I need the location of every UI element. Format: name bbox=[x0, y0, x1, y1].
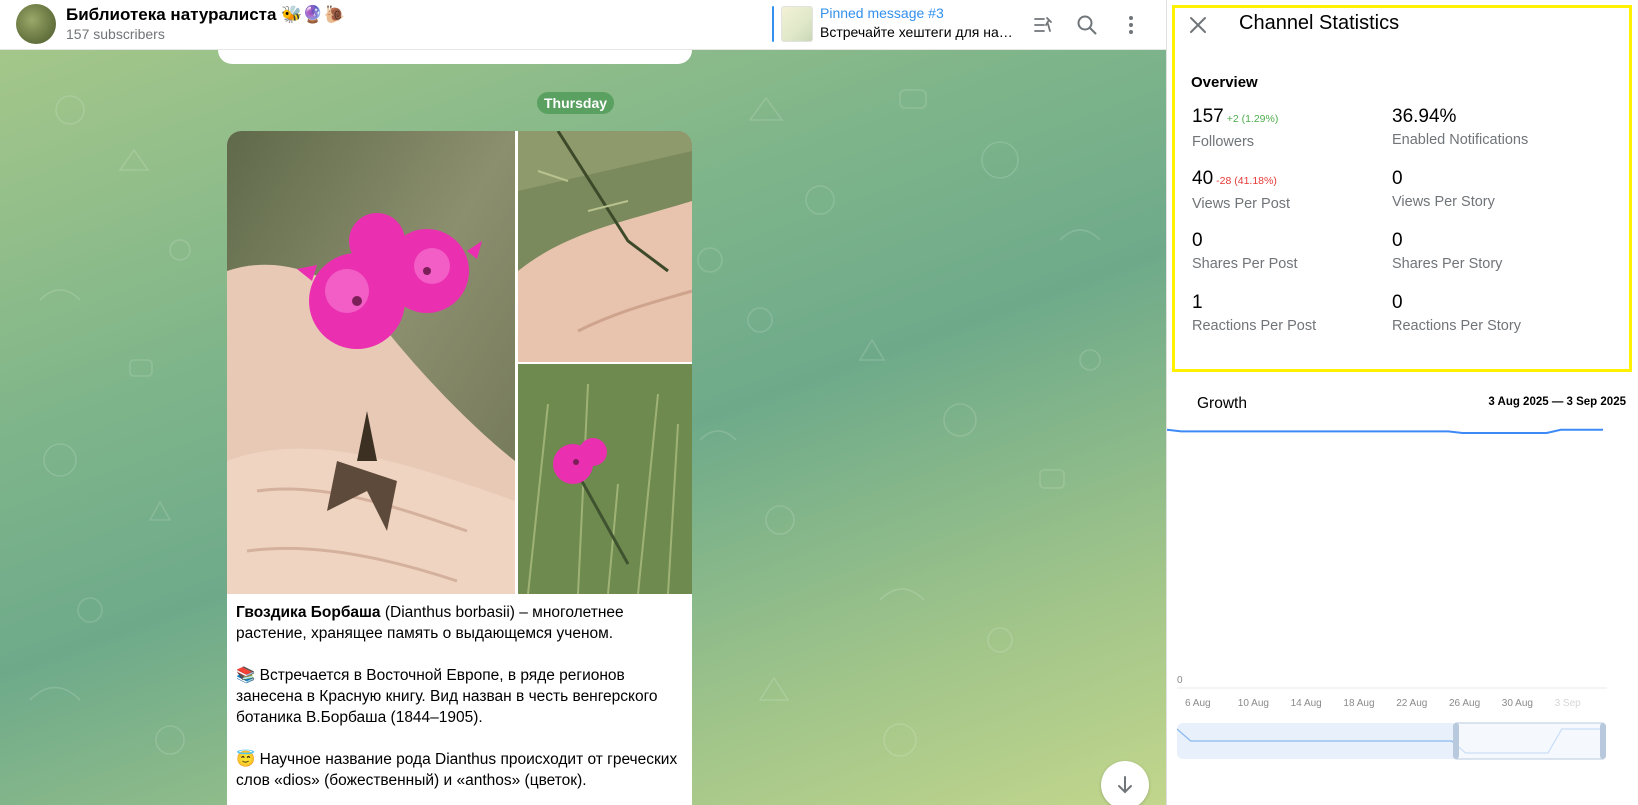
subscriber-count: 157 subscribers bbox=[66, 26, 165, 42]
channel-statistics-panel: Channel Statistics Overview 157 +2 (1.29%… bbox=[1166, 0, 1638, 805]
stat-label: Shares Per Post bbox=[1192, 256, 1298, 272]
caption-paragraph-2: Встречается в Восточной Европе, в ряде р… bbox=[236, 667, 658, 726]
x-tick-label: 3 Sep bbox=[1555, 698, 1582, 709]
chat-area: Библиотека натуралиста 🐝🔮🐌 157 subscribe… bbox=[0, 0, 1166, 805]
stat-label: Followers bbox=[1192, 134, 1255, 150]
stat-label: Shares Per Story bbox=[1392, 256, 1503, 272]
growth-series-line bbox=[1167, 428, 1603, 434]
stat-delta: -28 (41.18%) bbox=[1216, 175, 1277, 187]
post-photo-main[interactable] bbox=[227, 131, 515, 594]
close-icon[interactable] bbox=[1183, 10, 1213, 40]
post-photo-top[interactable] bbox=[518, 131, 692, 362]
growth-chart[interactable]: 0 6 Aug 10 Aug 14 Aug 18 Aug 22 Aug 26 Aug 30 A… bbox=[1167, 425, 1638, 805]
y-axis-zero-label: 0 bbox=[1177, 675, 1183, 686]
x-tick-label: 18 Aug bbox=[1343, 698, 1374, 709]
stat-label: Views Per Story bbox=[1392, 194, 1495, 210]
stat-reactions-per-story: 0 Reactions Per Story bbox=[1392, 292, 1592, 334]
channel-title[interactable]: Библиотека натуралиста 🐝🔮🐌 bbox=[66, 5, 345, 25]
x-tick-label: 30 Aug bbox=[1502, 698, 1533, 709]
pinned-title[interactable]: Pinned message #3 bbox=[820, 5, 944, 21]
navigator-handle-right bbox=[1600, 723, 1606, 759]
pinned-thumbnail[interactable] bbox=[781, 6, 813, 42]
caption-title: Гвоздика Борбаша bbox=[236, 604, 381, 621]
stat-label: Enabled Notifications bbox=[1392, 132, 1529, 148]
growth-title: Growth bbox=[1197, 395, 1247, 412]
growth-date-range[interactable]: 3 Aug 2025 — 3 Sep 2025 bbox=[1488, 396, 1626, 408]
scroll-down-button[interactable] bbox=[1101, 761, 1149, 805]
caption-paragraph-3: Научное название рода Dianthus происходи… bbox=[236, 751, 678, 789]
stat-followers: 157 +2 (1.29%) Followers bbox=[1192, 106, 1392, 150]
pinned-list-icon[interactable] bbox=[1026, 8, 1060, 42]
stat-views-per-post: 40 -28 (41.18%) Views Per Post bbox=[1192, 168, 1392, 212]
channel-post: Гвоздика Борбаша (Dianthus borbasii) – м… bbox=[227, 131, 692, 805]
x-tick-label: 26 Aug bbox=[1449, 698, 1480, 709]
stat-value: 0 bbox=[1392, 292, 1403, 313]
stat-label: Reactions Per Post bbox=[1192, 318, 1317, 334]
stat-value: 40 bbox=[1192, 168, 1214, 189]
arrow-down-icon bbox=[1118, 776, 1132, 794]
stat-shares-per-story: 0 Shares Per Story bbox=[1392, 230, 1592, 272]
pinned-indicator bbox=[772, 6, 774, 42]
pinned-text[interactable]: Встречайте хештеги для нав… bbox=[820, 24, 1020, 40]
search-icon[interactable] bbox=[1070, 8, 1104, 42]
x-tick-label: 14 Aug bbox=[1291, 698, 1322, 709]
stat-value: 0 bbox=[1392, 168, 1403, 189]
post-caption: Гвоздика Борбаша (Dianthus borbasii) – м… bbox=[236, 602, 686, 805]
x-tick-label: 10 Aug bbox=[1238, 698, 1269, 709]
navigator-window bbox=[1455, 722, 1604, 760]
stat-value: 36.94% bbox=[1392, 106, 1457, 127]
stat-value: 1 bbox=[1192, 292, 1203, 313]
stat-value: 0 bbox=[1192, 230, 1203, 251]
channel-avatar[interactable] bbox=[16, 4, 56, 44]
overview-title: Overview bbox=[1191, 74, 1258, 91]
stat-delta: +2 (1.29%) bbox=[1226, 113, 1279, 125]
stat-reactions-per-post: 1 Reactions Per Post bbox=[1192, 292, 1392, 334]
stat-shares-per-post: 0 Shares Per Post bbox=[1192, 230, 1392, 272]
chat-header: Библиотека натуралиста 🐝🔮🐌 157 subscribe… bbox=[0, 0, 1166, 50]
date-separator: Thursday bbox=[537, 92, 615, 114]
books-emoji: 📚 bbox=[236, 667, 256, 684]
x-tick-label: 22 Aug bbox=[1396, 698, 1427, 709]
halo-emoji: 😇 bbox=[236, 751, 256, 768]
stat-views-per-story: 0 Views Per Story bbox=[1392, 168, 1592, 210]
post-photo-bottom[interactable] bbox=[518, 364, 692, 594]
x-tick-label: 6 Aug bbox=[1185, 698, 1211, 709]
stat-value: 157 bbox=[1192, 106, 1224, 127]
more-vertical-icon[interactable] bbox=[1114, 8, 1148, 42]
stat-label: Views Per Post bbox=[1192, 196, 1291, 212]
stat-label: Reactions Per Story bbox=[1392, 318, 1521, 334]
stat-enabled-notifications: 36.94% Enabled Notifications bbox=[1392, 106, 1592, 148]
stat-value: 0 bbox=[1392, 230, 1403, 251]
navigator-handle-left bbox=[1453, 723, 1459, 759]
panel-title: Channel Statistics bbox=[1239, 12, 1400, 34]
